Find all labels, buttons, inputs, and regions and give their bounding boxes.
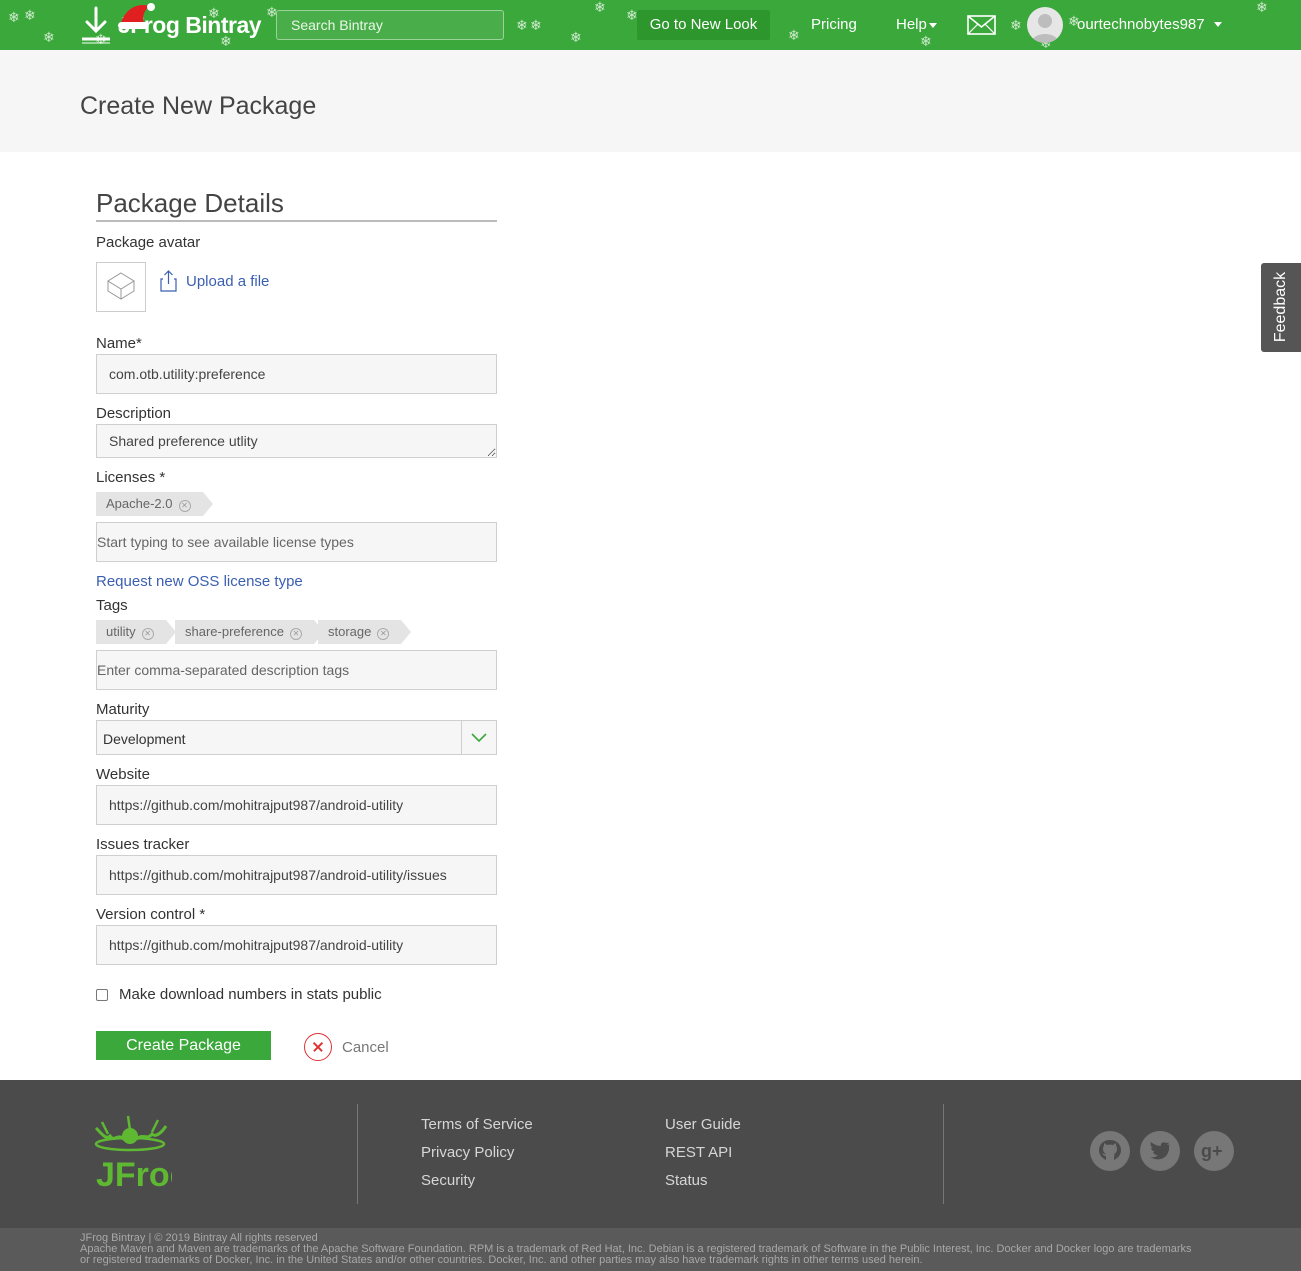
help-menu[interactable]: Help bbox=[896, 16, 937, 33]
upload-icon bbox=[160, 270, 177, 292]
upload-file-button[interactable]: Upload a file bbox=[160, 270, 269, 292]
close-icon bbox=[304, 1033, 332, 1061]
username[interactable]: ourtechnobytes987 bbox=[1077, 16, 1205, 33]
trademark-text: Apache Maven and Maven are trademarks of… bbox=[80, 1243, 1192, 1266]
snowflake-decoration: ❄ bbox=[594, 0, 606, 15]
bintray-logo[interactable]: JFrog Bintray bbox=[80, 4, 262, 46]
remove-chip-icon[interactable]: ✕ bbox=[377, 628, 390, 640]
license-chip-label: Apache-2.0 bbox=[106, 496, 173, 511]
top-navigation-bar: ❄ ❄ ❄ ❄ ❄ ❄ ❄ ❄ ❄ ❄ ❄ ❄ ❄ ❄ ❄ ❄ ❄ ❄ JFro… bbox=[0, 0, 1301, 50]
maturity-select[interactable]: Development bbox=[96, 720, 497, 755]
page-title: Create New Package bbox=[80, 92, 317, 120]
tag-chip-label: storage bbox=[328, 624, 372, 639]
package-box-icon bbox=[107, 272, 135, 300]
stats-public-label[interactable]: Make download numbers in stats public bbox=[119, 986, 382, 1003]
remove-chip-icon[interactable]: ✕ bbox=[290, 628, 302, 640]
user-silhouette-icon bbox=[1031, 14, 1059, 43]
google-plus-glyph: g+ bbox=[1201, 1141, 1223, 1161]
terms-of-service-link[interactable]: Terms of Service bbox=[421, 1116, 533, 1133]
snowflake-decoration: ❄ bbox=[43, 29, 55, 45]
feedback-label: Feedback bbox=[1272, 271, 1289, 343]
snowflake-decoration: ❄ bbox=[570, 29, 582, 45]
snowflake-decoration: ❄ bbox=[788, 27, 800, 43]
pricing-link[interactable]: Pricing bbox=[811, 16, 857, 33]
jfrog-logo-text: JFrog bbox=[96, 1156, 172, 1194]
section-title: Package Details bbox=[96, 188, 284, 218]
snowflake-decoration: ❄ bbox=[626, 7, 638, 23]
snowflake-decoration: ❄ bbox=[530, 17, 542, 33]
chevron-down-icon bbox=[928, 22, 937, 28]
user-menu-chevron-icon[interactable] bbox=[1214, 22, 1222, 27]
user-guide-link[interactable]: User Guide bbox=[665, 1116, 741, 1133]
security-link[interactable]: Security bbox=[421, 1172, 475, 1189]
snowflake-decoration: ❄ bbox=[8, 9, 20, 25]
twitter-bird-glyph bbox=[1150, 1142, 1170, 1160]
package-avatar-label: Package avatar bbox=[96, 234, 201, 251]
section-divider bbox=[96, 220, 497, 222]
rest-api-link[interactable]: REST API bbox=[665, 1144, 732, 1161]
footer-divider bbox=[943, 1104, 944, 1204]
snowflake-decoration: ❄ bbox=[920, 33, 932, 49]
description-label: Description bbox=[96, 405, 172, 422]
jfrog-logo[interactable]: JFrog bbox=[88, 1112, 172, 1194]
user-avatar[interactable] bbox=[1027, 7, 1063, 43]
issues-tracker-input[interactable] bbox=[96, 855, 497, 895]
description-textarea[interactable]: Shared preference utlity bbox=[96, 424, 497, 458]
licenses-label: Licenses * bbox=[96, 469, 166, 486]
search-input[interactable] bbox=[276, 10, 504, 40]
status-link[interactable]: Status bbox=[665, 1172, 708, 1189]
tag-chip-label: utility bbox=[106, 624, 136, 639]
cancel-button[interactable]: Cancel bbox=[304, 1033, 389, 1061]
github-cat-glyph bbox=[1099, 1140, 1121, 1160]
github-icon[interactable] bbox=[1090, 1131, 1130, 1171]
tag-chip[interactable]: utility ✕ bbox=[96, 620, 176, 644]
santa-hat-icon bbox=[118, 3, 155, 29]
tags-label: Tags bbox=[96, 597, 128, 614]
privacy-policy-link[interactable]: Privacy Policy bbox=[421, 1144, 514, 1161]
tags-input[interactable] bbox=[96, 650, 497, 690]
maturity-dropdown-toggle[interactable] bbox=[461, 721, 496, 754]
package-avatar-preview bbox=[96, 262, 146, 312]
google-plus-icon[interactable]: g+ bbox=[1194, 1131, 1234, 1171]
license-search-input[interactable] bbox=[96, 522, 497, 562]
snowflake-decoration: ❄ bbox=[24, 7, 36, 23]
feedback-tab[interactable]: Feedback bbox=[1261, 263, 1301, 352]
mail-icon[interactable] bbox=[967, 15, 996, 35]
remove-chip-icon[interactable]: ✕ bbox=[178, 500, 191, 512]
maturity-label: Maturity bbox=[96, 701, 150, 718]
page-header: Create New Package bbox=[0, 50, 1301, 152]
chevron-down-icon bbox=[471, 732, 487, 742]
maturity-selected-value: Development bbox=[103, 731, 186, 747]
tag-chip[interactable]: share-preference ✕ bbox=[175, 620, 324, 644]
tag-chip-label: share-preference bbox=[185, 624, 284, 639]
request-license-link[interactable]: Request new OSS license type bbox=[96, 573, 303, 590]
go-to-new-look-button[interactable]: Go to New Look bbox=[637, 10, 770, 40]
create-package-button[interactable]: Create Package bbox=[96, 1031, 271, 1060]
website-input[interactable] bbox=[96, 785, 497, 825]
twitter-icon[interactable] bbox=[1140, 1131, 1180, 1171]
issues-tracker-label: Issues tracker bbox=[96, 836, 190, 853]
help-label: Help bbox=[896, 16, 927, 33]
footer: JFrog Terms of Service Privacy Policy Se… bbox=[0, 1080, 1301, 1228]
license-chip[interactable]: Apache-2.0 ✕ bbox=[96, 492, 212, 516]
version-control-label: Version control * bbox=[96, 906, 206, 923]
snowflake-decoration: ❄ bbox=[1010, 17, 1022, 33]
version-control-input[interactable] bbox=[96, 925, 497, 965]
cancel-label: Cancel bbox=[342, 1038, 389, 1056]
bintray-download-icon bbox=[82, 6, 110, 44]
name-label: Name* bbox=[96, 335, 142, 352]
stats-public-checkbox[interactable] bbox=[96, 989, 108, 1001]
svg-text:g+: g+ bbox=[1201, 1141, 1223, 1161]
remove-chip-icon[interactable]: ✕ bbox=[141, 628, 154, 640]
website-label: Website bbox=[96, 766, 150, 783]
snowflake-decoration: ❄ bbox=[1256, 0, 1268, 15]
legal-footer: JFrog Bintray | © 2019 Bintray All right… bbox=[0, 1228, 1301, 1271]
tag-chip[interactable]: storage ✕ bbox=[318, 620, 412, 644]
snowflake-decoration: ❄ bbox=[516, 17, 528, 33]
footer-divider bbox=[357, 1104, 358, 1204]
name-input[interactable] bbox=[96, 354, 497, 394]
upload-file-label: Upload a file bbox=[186, 272, 270, 290]
